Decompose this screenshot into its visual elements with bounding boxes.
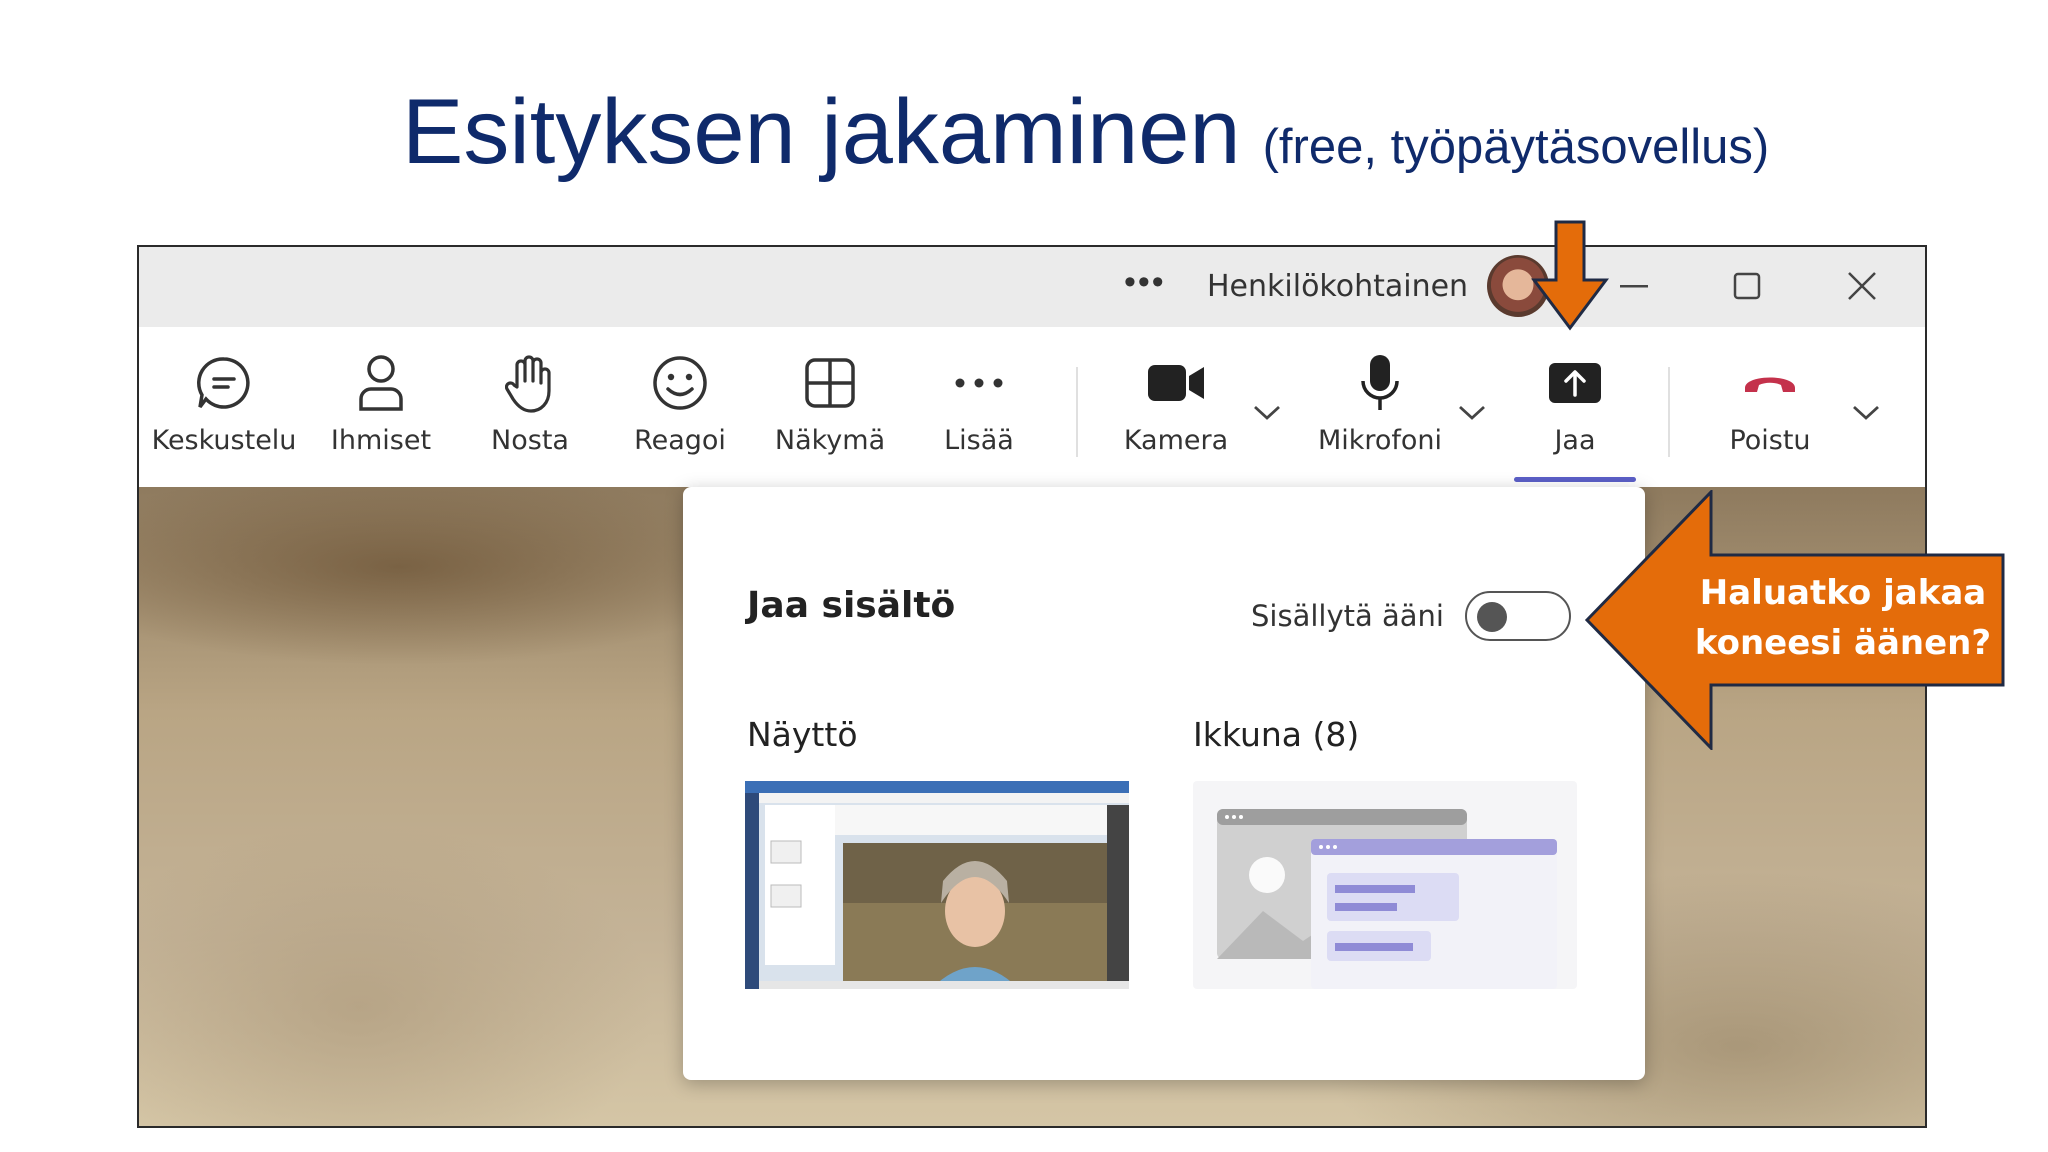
share-active-indicator (1514, 477, 1636, 482)
maximize-icon (1733, 272, 1761, 300)
share-button[interactable]: Jaa (1500, 349, 1650, 456)
camera-options-button[interactable] (1247, 397, 1287, 427)
slide-subtitle: (free, työpäytäsovellus) (1262, 120, 1770, 174)
desktop-preview-image (745, 781, 1129, 989)
react-label: Reagoi (634, 425, 726, 456)
smiley-icon (653, 356, 707, 410)
raise-hand-icon (505, 355, 551, 413)
down-arrow-annotation-icon (1531, 220, 1609, 331)
chat-label: Keskustelu (151, 425, 297, 456)
people-button[interactable]: Ihmiset (306, 349, 456, 456)
chevron-down-icon (1459, 405, 1485, 420)
slide-title: Esityksen jakaminen (free, työpäytäsovell… (402, 80, 1769, 185)
people-icon (359, 355, 403, 411)
view-label: Näkymä (774, 425, 886, 456)
camera-icon (1148, 365, 1204, 401)
more-label: Lisää (944, 425, 1014, 456)
chevron-down-icon (1254, 405, 1280, 420)
share-panel-title: Jaa sisältö (747, 585, 956, 626)
include-audio-toggle[interactable] (1465, 591, 1571, 641)
more-options-icon[interactable]: ••• (1124, 263, 1166, 302)
toolbar-separator (1668, 367, 1670, 457)
window-illustration-icon (1217, 809, 1557, 989)
window-thumbnail[interactable] (1193, 781, 1577, 989)
microphone-options-button[interactable] (1452, 397, 1492, 427)
share-label: Jaa (1554, 425, 1596, 456)
maximize-button[interactable] (1717, 261, 1777, 311)
meeting-toolbar: Keskustelu Ihmiset Nosta Reagoi Näkymä L… (139, 327, 1925, 488)
view-grid-icon (805, 358, 855, 408)
screen-thumbnail[interactable] (745, 781, 1129, 989)
screen-section-label: Näyttö (747, 715, 858, 754)
share-content-panel: Jaa sisältö Sisällytä ääni Näyttö Ikkuna… (683, 487, 1645, 1080)
callout-line-2: koneesi äänen? (1694, 623, 1992, 663)
microphone-button[interactable]: Mikrofoni (1305, 349, 1455, 456)
chat-button[interactable]: Keskustelu (149, 349, 299, 456)
window-section-label: Ikkuna (8) (1193, 715, 1360, 754)
raise-hand-button[interactable]: Nosta (455, 349, 605, 456)
close-button[interactable] (1832, 261, 1892, 311)
leave-button[interactable]: Poistu (1695, 349, 1845, 456)
react-button[interactable]: Reagoi (605, 349, 755, 456)
minimize-icon (1620, 285, 1648, 288)
raise-hand-label: Nosta (491, 425, 569, 456)
leave-label: Poistu (1729, 425, 1811, 456)
include-audio-label: Sisällytä ääni (1251, 599, 1444, 633)
share-icon (1549, 363, 1601, 403)
slide-title-main: Esityksen jakaminen (402, 81, 1241, 183)
chevron-down-icon (1853, 405, 1879, 420)
more-button[interactable]: Lisää (904, 349, 1054, 456)
minimize-button[interactable] (1604, 261, 1664, 311)
view-button[interactable]: Näkymä (755, 349, 905, 456)
toggle-knob (1477, 602, 1507, 632)
more-icon (955, 378, 1003, 388)
microphone-icon (1361, 355, 1399, 410)
chat-icon (197, 357, 250, 409)
people-label: Ihmiset (330, 425, 432, 456)
camera-button[interactable]: Kamera (1101, 349, 1251, 456)
window-titlebar: ••• Henkilökohtainen (139, 247, 1925, 327)
toolbar-separator (1076, 367, 1078, 457)
camera-label: Kamera (1123, 425, 1229, 456)
leave-options-button[interactable] (1846, 397, 1886, 427)
close-icon (1848, 272, 1876, 300)
callout-line-1: Haluatko jakaa (1699, 573, 1987, 613)
profile-label[interactable]: Henkilökohtainen (1207, 269, 1468, 304)
microphone-label: Mikrofoni (1317, 425, 1443, 456)
hang-up-icon (1745, 377, 1795, 392)
